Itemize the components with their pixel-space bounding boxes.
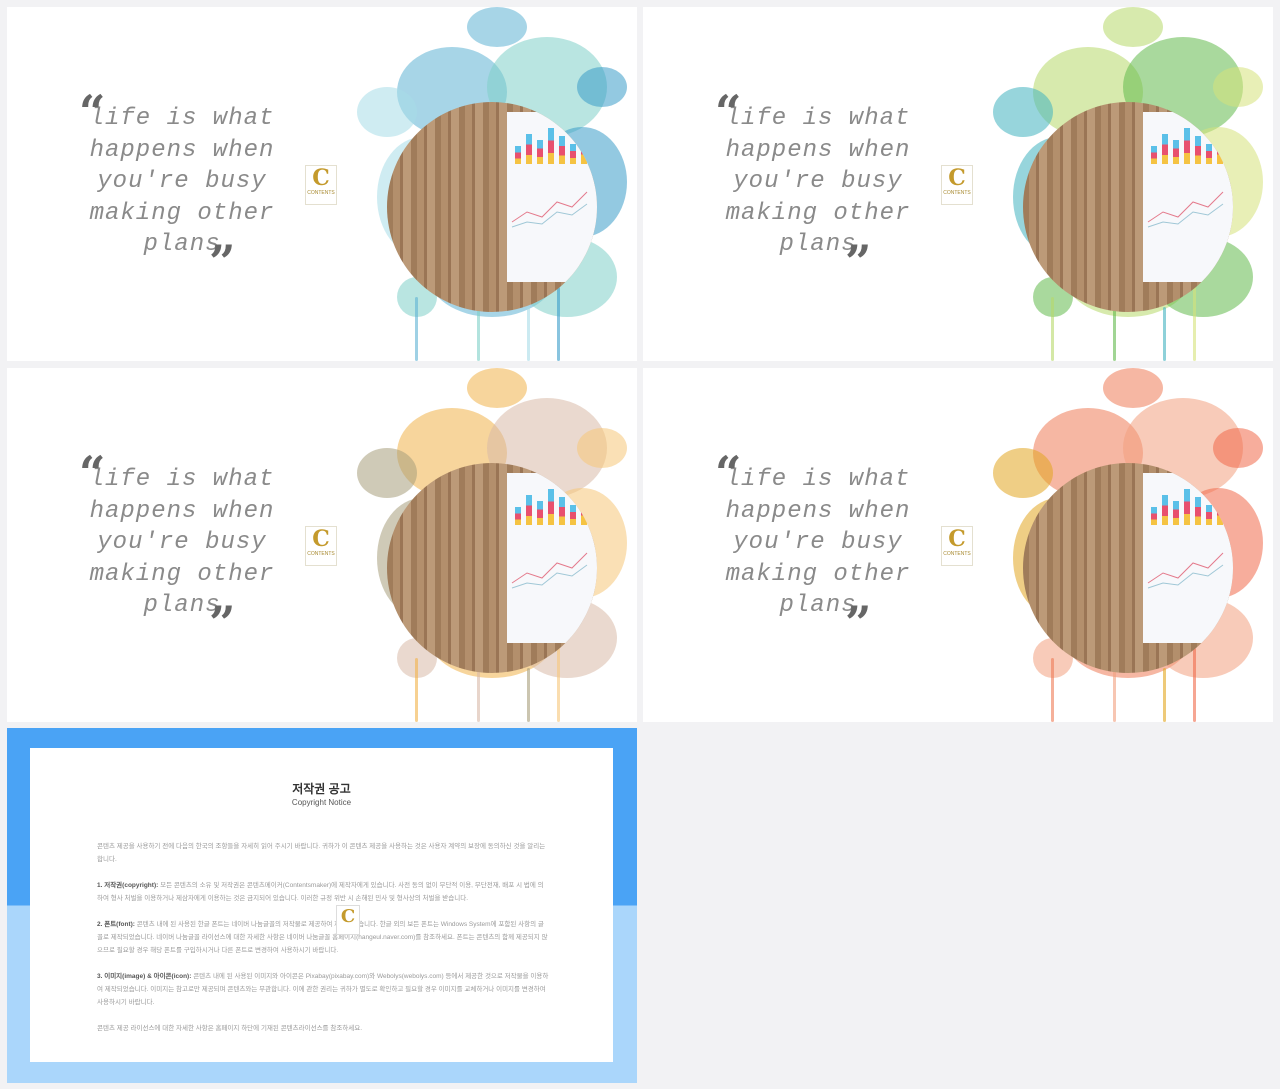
paint-drip (1163, 307, 1166, 361)
wood-photo-circle (387, 463, 597, 673)
chart-paper (1143, 112, 1233, 282)
quote-slide-1[interactable]: C CONTENTS life is what happens when you'… (7, 7, 637, 361)
chart-bar (1162, 495, 1168, 525)
wood-photo-circle (1023, 463, 1233, 673)
chart-bar (1217, 493, 1223, 525)
paint-splash (467, 368, 527, 408)
contents-logo: C CONTENTS (305, 165, 337, 205)
chart-bar (1184, 128, 1190, 164)
chart-bar (570, 144, 576, 164)
chart-bar (1206, 505, 1212, 525)
quote-slide-4[interactable]: C CONTENTS life is what happens when you'… (643, 368, 1273, 722)
notice-section-copyright: 1. 저작권(copyright): 모든 콘텐츠의 소유 및 저작권은 콘텐츠… (97, 882, 544, 902)
chart-bar (1173, 501, 1179, 525)
quote-slide-2[interactable]: C CONTENTS life is what happens when you'… (643, 7, 1273, 361)
chart-bar (537, 140, 543, 164)
line-chart (1147, 552, 1224, 589)
chart-bar (548, 489, 554, 525)
chart-paper (507, 112, 597, 282)
chart-bar (537, 501, 543, 525)
paint-drip (557, 648, 560, 722)
paint-splash (577, 428, 627, 468)
chart-bar (1151, 146, 1157, 164)
chart-bar (1195, 136, 1201, 164)
paint-drip (1051, 297, 1054, 361)
quote-slide-3[interactable]: C CONTENTS life is what happens when you'… (7, 368, 637, 722)
chart-paper (1143, 473, 1233, 643)
notice-footer: 콘텐츠 제공 라이선스에 대한 자세한 사항은 홈페이지 하단에 기재된 콘텐츠… (97, 1025, 363, 1032)
notice-section-font: 2. 폰트(font): 콘텐츠 내에 된 사용된 한글 폰트는 네이버 나눔글… (97, 921, 548, 954)
chart-bar (570, 505, 576, 525)
chart-bar (1173, 140, 1179, 164)
wood-photo-circle (387, 102, 597, 312)
paint-drip (1193, 287, 1196, 361)
paint-drip (1163, 668, 1166, 722)
paint-splash (1213, 67, 1263, 107)
contents-logo: C CONTENTS (941, 165, 973, 205)
notice-card: 저작권 공고 Copyright Notice 콘텐츠 제공을 사용하기 전에 … (30, 748, 613, 1062)
paint-splash (1103, 7, 1163, 47)
copyright-notice-slide[interactable]: 저작권 공고 Copyright Notice 콘텐츠 제공을 사용하기 전에 … (7, 728, 637, 1083)
paint-drip (1051, 658, 1054, 722)
wood-photo-circle (1023, 102, 1233, 312)
paint-drip (557, 287, 560, 361)
quote-text: life is what happens when you're busy ma… (89, 466, 275, 619)
chart-bar (1151, 507, 1157, 525)
notice-title: 저작권 공고 (292, 782, 351, 796)
open-quote-icon: “ (79, 446, 106, 500)
notice-section-image: 3. 이미지(image) & 아이콘(icon): 콘텐츠 내에 된 사용된 … (97, 973, 549, 1006)
contents-logo: C CONTENTS (941, 526, 973, 566)
close-quote-icon: ” (209, 235, 236, 289)
paint-splash (357, 448, 417, 498)
quote-text: life is what happens when you're busy ma… (725, 105, 911, 258)
paint-splash (993, 448, 1053, 498)
open-quote-icon: “ (715, 85, 742, 139)
close-quote-icon: ” (845, 235, 872, 289)
notice-body: 콘텐츠 제공을 사용하기 전에 다음의 한국의 조항들을 자세히 읽어 주시기 … (97, 840, 549, 1048)
line-chart (1147, 191, 1224, 228)
notice-subtitle: Copyright Notice (291, 798, 352, 807)
paint-splash (357, 87, 417, 137)
paint-drip (415, 297, 418, 361)
open-quote-icon: “ (79, 85, 106, 139)
chart-bar (581, 132, 587, 164)
notice-intro: 콘텐츠 제공을 사용하기 전에 다음의 한국의 조항들을 자세히 읽어 주시기 … (97, 843, 546, 863)
chart-paper (507, 473, 597, 643)
chart-bar (526, 495, 532, 525)
line-chart (511, 552, 588, 589)
close-quote-icon: ” (209, 596, 236, 650)
line-chart (511, 191, 588, 228)
paint-splash (1213, 428, 1263, 468)
chart-bar (526, 134, 532, 164)
paint-splash (993, 87, 1053, 137)
chart-bar (559, 497, 565, 525)
chart-bar (1162, 134, 1168, 164)
paint-drip (527, 307, 530, 361)
chart-bar (1217, 132, 1223, 164)
chart-bar (515, 507, 521, 525)
paint-drip (415, 658, 418, 722)
contents-logo: C (336, 905, 360, 935)
chart-bar (559, 136, 565, 164)
paint-splash (577, 67, 627, 107)
paint-splash (1103, 368, 1163, 408)
close-quote-icon: ” (845, 596, 872, 650)
paint-drip (1193, 648, 1196, 722)
quote-text: life is what happens when you're busy ma… (89, 105, 275, 258)
paint-splash (467, 7, 527, 47)
paint-drip (527, 668, 530, 722)
quote-text: life is what happens when you're busy ma… (725, 466, 911, 619)
chart-bar (548, 128, 554, 164)
contents-logo: C CONTENTS (305, 526, 337, 566)
chart-bar (1206, 144, 1212, 164)
chart-bar (1184, 489, 1190, 525)
chart-bar (515, 146, 521, 164)
open-quote-icon: “ (715, 446, 742, 500)
chart-bar (1195, 497, 1201, 525)
chart-bar (581, 493, 587, 525)
